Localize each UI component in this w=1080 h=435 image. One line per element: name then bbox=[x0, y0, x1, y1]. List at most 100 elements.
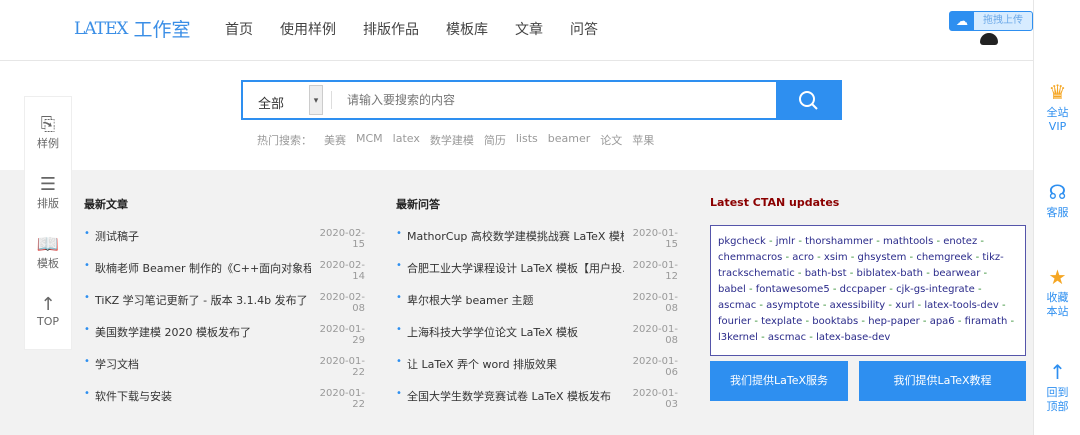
item-title[interactable]: 美国数学建模 2020 模板发布了 bbox=[95, 324, 311, 340]
sidebar-item-0[interactable]: ⎘ 样例 bbox=[25, 97, 71, 157]
ctan-package-link[interactable]: asymptote bbox=[766, 300, 819, 311]
right-sidebar: ♛ 全站 VIP ☊ 客服 ★ 收藏 本站 ↑ 回到 顶部 bbox=[1033, 0, 1080, 435]
hot-search-link[interactable]: lists bbox=[516, 132, 538, 148]
ctan-package-link[interactable]: xurl bbox=[895, 300, 914, 311]
separator: - bbox=[813, 252, 824, 263]
list-item[interactable]: • TiKZ 学习笔记更新了 - 版本 3.1.4b 发布了 2020-02-08 bbox=[84, 292, 365, 324]
ctan-package-link[interactable]: l3kernel bbox=[718, 332, 758, 343]
ctan-package-link[interactable]: dccpaper bbox=[840, 284, 886, 295]
upload-button[interactable]: ☁ 拖拽上传 bbox=[949, 11, 1033, 31]
list-item[interactable]: • 上海科技大学学位论文 LaTeX 模板 2020-01-08 bbox=[396, 324, 678, 356]
search-input[interactable] bbox=[331, 91, 776, 109]
chevron-down-icon[interactable]: ▾ bbox=[309, 85, 323, 115]
ctan-package-link[interactable]: fourier bbox=[718, 316, 751, 327]
right-sidebar-item-2[interactable]: ★ 收藏 本站 bbox=[1034, 265, 1080, 319]
list-item[interactable]: • 合肥工业大学课程设计 LaTeX 模板【用户投… 2020-01-12 bbox=[396, 260, 678, 292]
right-sidebar-item-3[interactable]: ↑ 回到 顶部 bbox=[1034, 360, 1080, 414]
ctan-package-link[interactable]: latex-tools-dev bbox=[924, 300, 999, 311]
hot-search-link[interactable]: 简历 bbox=[484, 132, 506, 148]
nav-item[interactable]: 问答 bbox=[570, 19, 598, 39]
list-item[interactable]: • 全国大学生数学竞赛试卷 LaTeX 模板发布 2020-01-03 bbox=[396, 388, 678, 420]
list-item[interactable]: • 卑尔根大学 beamer 主题 2020-01-08 bbox=[396, 292, 678, 324]
nav-item[interactable]: 排版作品 bbox=[363, 19, 419, 39]
separator: - bbox=[914, 300, 925, 311]
hot-search-link[interactable]: MCM bbox=[356, 132, 383, 148]
nav-item[interactable]: 文章 bbox=[515, 19, 543, 39]
ctan-package-link[interactable]: babel bbox=[718, 284, 746, 295]
sidebar-item-label: TOP bbox=[36, 315, 59, 328]
list-item[interactable]: • 软件下载与安装 2020-01-22 bbox=[84, 388, 365, 420]
ctan-package-link[interactable]: jmlr bbox=[776, 236, 795, 247]
list-item[interactable]: • 美国数学建模 2020 模板发布了 2020-01-29 bbox=[84, 324, 365, 356]
hot-search-link[interactable]: beamer bbox=[548, 132, 591, 148]
item-title[interactable]: MathorCup 高校数学建模挑战赛 LaTeX 模板 bbox=[407, 228, 624, 244]
ctan-package-link[interactable]: texplate bbox=[761, 316, 802, 327]
ctan-package-link[interactable]: biblatex-bath bbox=[856, 268, 923, 279]
ctan-package-link[interactable]: latex-base-dev bbox=[816, 332, 890, 343]
ctan-package-link[interactable]: cjk-gs-integrate bbox=[896, 284, 975, 295]
ctan-package-link[interactable]: ghsystem bbox=[858, 252, 907, 263]
sidebar-item-3[interactable]: ↑ TOP bbox=[25, 277, 71, 337]
ctan-box: pkgcheck - jmlr - thorshammer - mathtool… bbox=[710, 225, 1026, 356]
item-title[interactable]: 合肥工业大学课程设计 LaTeX 模板【用户投… bbox=[407, 260, 624, 276]
item-title[interactable]: 测试稿子 bbox=[95, 228, 311, 244]
ctan-package-link[interactable]: enotez bbox=[943, 236, 977, 247]
item-title[interactable]: 耿楠老师 Beamer 制作的《C++面向对象程序… bbox=[95, 260, 311, 276]
ctan-package-link[interactable]: booktabs bbox=[812, 316, 858, 327]
item-date: 2020-01-06 bbox=[632, 356, 678, 378]
item-title[interactable]: 让 LaTeX 弄个 word 排版效果 bbox=[407, 356, 624, 372]
support-icon: ☊ bbox=[1048, 180, 1067, 204]
separator: - bbox=[802, 316, 813, 327]
list-item[interactable]: • MathorCup 高校数学建模挑战赛 LaTeX 模板 2020-01-15 bbox=[396, 228, 678, 260]
ctan-package-link[interactable]: bearwear bbox=[933, 268, 980, 279]
sidebar-item-2[interactable]: 📖 模板 bbox=[25, 217, 71, 277]
item-title[interactable]: 上海科技大学学位论文 LaTeX 模板 bbox=[407, 324, 624, 340]
ctan-package-link[interactable]: axessibility bbox=[830, 300, 886, 311]
item-title[interactable]: TiKZ 学习笔记更新了 - 版本 3.1.4b 发布了 bbox=[95, 292, 311, 308]
list-item[interactable]: • 学习文档 2020-01-22 bbox=[84, 356, 365, 388]
hot-label: 热门搜索： bbox=[257, 134, 312, 147]
tutorial-button[interactable]: 我们提供LaTeX教程 bbox=[859, 361, 1026, 401]
ctan-package-link[interactable]: chemgreek bbox=[916, 252, 972, 263]
ctan-package-link[interactable]: ascmac bbox=[718, 300, 756, 311]
ctan-package-link[interactable]: bath-bst bbox=[805, 268, 847, 279]
category-select[interactable]: 全部 bbox=[243, 82, 309, 118]
separator: - bbox=[933, 236, 944, 247]
ctan-package-link[interactable]: chemmacros bbox=[718, 252, 782, 263]
list-item[interactable]: • 测试稿子 2020-02-15 bbox=[84, 228, 365, 260]
ctan-package-link[interactable]: hep-paper bbox=[868, 316, 920, 327]
ctan-package-link[interactable]: pkgcheck bbox=[718, 236, 766, 247]
list-item[interactable]: • 耿楠老师 Beamer 制作的《C++面向对象程序… 2020-02-14 bbox=[84, 260, 365, 292]
ctan-package-link[interactable]: mathtools bbox=[883, 236, 933, 247]
ctan-package-link[interactable]: fontawesome5 bbox=[756, 284, 830, 295]
item-title[interactable]: 学习文档 bbox=[95, 356, 311, 372]
right-sidebar-item-0[interactable]: ♛ 全站 VIP bbox=[1034, 80, 1080, 134]
hot-search-link[interactable]: 苹果 bbox=[632, 132, 654, 148]
hot-search-link[interactable]: 美赛 bbox=[324, 132, 346, 148]
nav-item[interactable]: 首页 bbox=[225, 19, 253, 39]
right-sidebar-label: 回到 顶部 bbox=[1046, 386, 1069, 413]
logo[interactable]: LATEX 工作室 bbox=[74, 15, 191, 42]
item-title[interactable]: 软件下载与安装 bbox=[95, 388, 311, 404]
ctan-package-link[interactable]: ascmac bbox=[768, 332, 806, 343]
item-date: 2020-01-12 bbox=[632, 260, 678, 282]
ctan-package-link[interactable]: thorshammer bbox=[805, 236, 873, 247]
nav-item[interactable]: 使用样例 bbox=[280, 19, 336, 39]
ctan-package-link[interactable]: acro bbox=[792, 252, 814, 263]
bullet-icon: • bbox=[84, 292, 90, 303]
right-sidebar-item-1[interactable]: ☊ 客服 bbox=[1034, 180, 1080, 220]
item-title[interactable]: 全国大学生数学竞赛试卷 LaTeX 模板发布 bbox=[407, 388, 624, 404]
hot-search-link[interactable]: 论文 bbox=[600, 132, 622, 148]
service-button[interactable]: 我们提供LaTeX服务 bbox=[710, 361, 848, 401]
ctan-package-link[interactable]: apa6 bbox=[930, 316, 955, 327]
ctan-package-link[interactable]: xsim bbox=[824, 252, 848, 263]
list-item[interactable]: • 让 LaTeX 弄个 word 排版效果 2020-01-06 bbox=[396, 356, 678, 388]
avatar[interactable] bbox=[980, 33, 998, 45]
hot-search-link[interactable]: latex bbox=[393, 132, 420, 148]
search-button[interactable] bbox=[776, 82, 840, 118]
sidebar-item-1[interactable]: ☰ 排版 bbox=[25, 157, 71, 217]
nav-item[interactable]: 模板库 bbox=[446, 19, 488, 39]
hot-search-link[interactable]: 数学建模 bbox=[430, 132, 474, 148]
item-title[interactable]: 卑尔根大学 beamer 主题 bbox=[407, 292, 624, 308]
ctan-package-link[interactable]: firamath bbox=[965, 316, 1008, 327]
